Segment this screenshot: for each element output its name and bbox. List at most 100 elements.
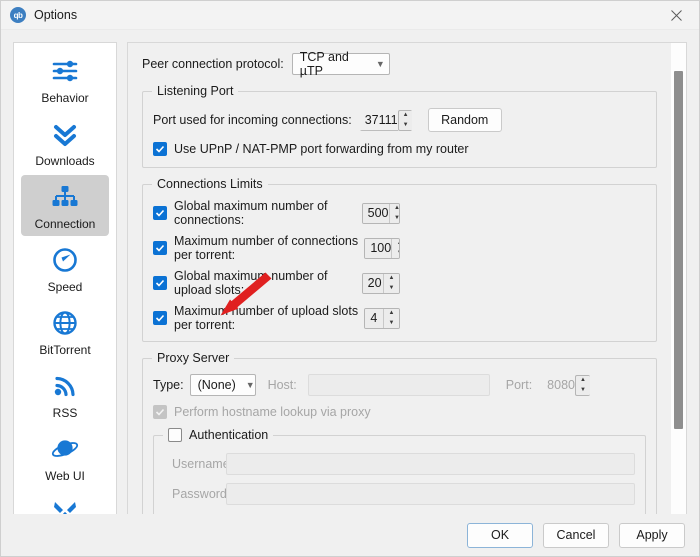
limit-value[interactable]: 500: [362, 203, 389, 223]
sidebar-item-label: Downloads: [35, 154, 95, 168]
stepper-up-icon[interactable]: ▲: [384, 309, 399, 319]
authentication-group: Authentication Username: Password: Info:…: [153, 428, 646, 514]
connections-limits-group: Connections Limits Global maximum number…: [142, 177, 657, 342]
scrollbar-thumb[interactable]: [674, 71, 683, 429]
settings-content-wrapper: Peer connection protocol: TCP and µTP ▼ …: [127, 42, 687, 514]
settings-sidebar[interactable]: Behavior Downloads Connection Speed BitT…: [13, 42, 117, 514]
peer-protocol-combo[interactable]: TCP and µTP ▼: [291, 50, 390, 78]
password-label: Password:: [172, 487, 231, 501]
sidebar-item-behavior[interactable]: Behavior: [21, 49, 109, 110]
hostname-lookup-row[interactable]: Perform hostname lookup via proxy: [153, 405, 646, 419]
limit-spinbox[interactable]: 20 ▲ ▼: [361, 272, 400, 294]
username-row: Username:: [164, 453, 635, 475]
hostname-lookup-checkbox[interactable]: [153, 405, 167, 419]
sidebar-item-connection[interactable]: Connection: [21, 175, 109, 236]
sidebar-item-downloads[interactable]: Downloads: [21, 112, 109, 173]
limit-stepper[interactable]: ▲ ▼: [383, 308, 399, 328]
dialog-footer: OK Cancel Apply: [1, 514, 699, 556]
limit-checkbox[interactable]: [153, 311, 167, 325]
sidebar-item-label: BitTorrent: [39, 343, 91, 357]
stepper-down-icon[interactable]: ▼: [392, 248, 399, 258]
proxy-port-stepper[interactable]: ▲ ▼: [574, 374, 591, 396]
ok-button[interactable]: OK: [467, 522, 533, 548]
proxy-type-combo[interactable]: (None) ▼: [189, 374, 256, 396]
sidebar-item-bittorrent[interactable]: BitTorrent: [21, 301, 109, 362]
stepper-down-icon[interactable]: ▼: [576, 385, 590, 395]
proxy-server-group: Proxy Server Type: (None) ▼ Host: Port: …: [142, 351, 657, 514]
authentication-checkbox[interactable]: [168, 428, 182, 442]
proxy-type-label: Type:: [153, 378, 184, 392]
incoming-port-stepper[interactable]: ▲ ▼: [397, 109, 412, 131]
stepper-up-icon[interactable]: ▲: [390, 204, 399, 214]
stepper-up-icon[interactable]: ▲: [392, 239, 399, 249]
peer-protocol-value: TCP and µTP: [299, 50, 349, 78]
limit-checkbox[interactable]: [153, 276, 167, 290]
limit-stepper[interactable]: ▲ ▼: [391, 238, 400, 258]
proxy-type-value: (None): [197, 378, 236, 392]
stepper-up-icon[interactable]: ▲: [576, 376, 590, 386]
authentication-title-row[interactable]: Authentication: [163, 428, 274, 442]
stepper-down-icon[interactable]: ▼: [384, 283, 399, 293]
stepper-down-icon[interactable]: ▼: [384, 318, 399, 328]
upnp-checkbox[interactable]: [153, 142, 167, 156]
stepper-down-icon[interactable]: ▼: [399, 120, 412, 130]
limit-label: Maximum number of upload slots per torre…: [174, 304, 359, 332]
random-port-button[interactable]: Random: [427, 108, 502, 132]
planet-icon: [48, 433, 82, 465]
upnp-row[interactable]: Use UPnP / NAT-PMP port forwarding from …: [153, 142, 646, 156]
cancel-button[interactable]: Cancel: [543, 522, 609, 548]
password-input[interactable]: [226, 483, 635, 505]
incoming-port-label: Port used for incoming connections:: [153, 113, 352, 127]
tools-icon: [48, 496, 82, 514]
incoming-port-spinbox[interactable]: 37111 ▲ ▼: [359, 109, 412, 131]
peer-protocol-row: Peer connection protocol: TCP and µTP ▼: [142, 50, 657, 78]
connections-limits-title: Connections Limits: [152, 177, 268, 191]
peer-protocol-label: Peer connection protocol:: [142, 57, 284, 71]
sidebar-item-label: Web UI: [45, 469, 85, 483]
proxy-host-input[interactable]: [307, 374, 490, 396]
rss-icon: [48, 370, 82, 402]
proxy-port-spinbox[interactable]: 8080 ▲ ▼: [542, 374, 591, 396]
limit-row-connections-per-torrent[interactable]: Maximum number of connections per torren…: [153, 234, 646, 262]
limit-spinbox[interactable]: 100 ▲ ▼: [364, 237, 400, 259]
sidebar-item-rss[interactable]: RSS: [21, 364, 109, 425]
qbittorrent-logo-icon: qb: [10, 7, 26, 23]
settings-scrollbar[interactable]: [671, 42, 687, 514]
listening-port-group: Listening Port Port used for incoming co…: [142, 84, 657, 168]
limit-label: Maximum number of connections per torren…: [174, 234, 359, 262]
limit-row-global-upload-slots[interactable]: Global maximum number of upload slots: 2…: [153, 269, 646, 297]
limit-value[interactable]: 100: [365, 238, 392, 258]
limit-label: Global maximum number of connections:: [174, 199, 328, 227]
sidebar-item-web-ui[interactable]: Web UI: [21, 427, 109, 488]
limit-row-global-connections[interactable]: Global maximum number of connections: 50…: [153, 199, 646, 227]
dialog-body: Behavior Downloads Connection Speed BitT…: [1, 30, 699, 514]
limit-checkbox[interactable]: [153, 206, 167, 220]
stepper-down-icon[interactable]: ▼: [390, 213, 399, 223]
sidebar-item-label: RSS: [52, 406, 78, 420]
limit-spinbox[interactable]: 500 ▲ ▼: [361, 202, 400, 224]
password-row: Password:: [164, 483, 635, 505]
username-input[interactable]: [226, 453, 635, 475]
speedometer-icon: [48, 244, 82, 276]
title-bar: qb Options: [1, 1, 699, 30]
incoming-port-value[interactable]: 37111: [359, 110, 398, 131]
limit-stepper[interactable]: ▲ ▼: [383, 273, 399, 293]
limit-label: Global maximum number of upload slots:: [174, 269, 328, 297]
proxy-port-value[interactable]: 8080: [542, 375, 575, 396]
limit-value[interactable]: 20: [362, 273, 383, 293]
apply-button[interactable]: Apply: [619, 522, 685, 548]
limit-checkbox[interactable]: [153, 241, 167, 255]
globe-icon: [48, 307, 82, 339]
close-icon[interactable]: [653, 1, 699, 30]
sidebar-item-advanced[interactable]: Advanced: [21, 490, 109, 514]
stepper-up-icon[interactable]: ▲: [399, 111, 412, 121]
limit-stepper[interactable]: ▲ ▼: [388, 203, 399, 223]
limit-row-upload-slots-per-torrent[interactable]: Maximum number of upload slots per torre…: [153, 304, 646, 332]
sidebar-item-label: Connection: [34, 217, 96, 231]
sidebar-item-speed[interactable]: Speed: [21, 238, 109, 299]
upnp-label: Use UPnP / NAT-PMP port forwarding from …: [174, 142, 469, 156]
stepper-up-icon[interactable]: ▲: [384, 274, 399, 284]
limit-value[interactable]: 4: [365, 308, 383, 328]
limit-spinbox[interactable]: 4 ▲ ▼: [364, 307, 400, 329]
proxy-host-label: Host:: [267, 378, 297, 392]
